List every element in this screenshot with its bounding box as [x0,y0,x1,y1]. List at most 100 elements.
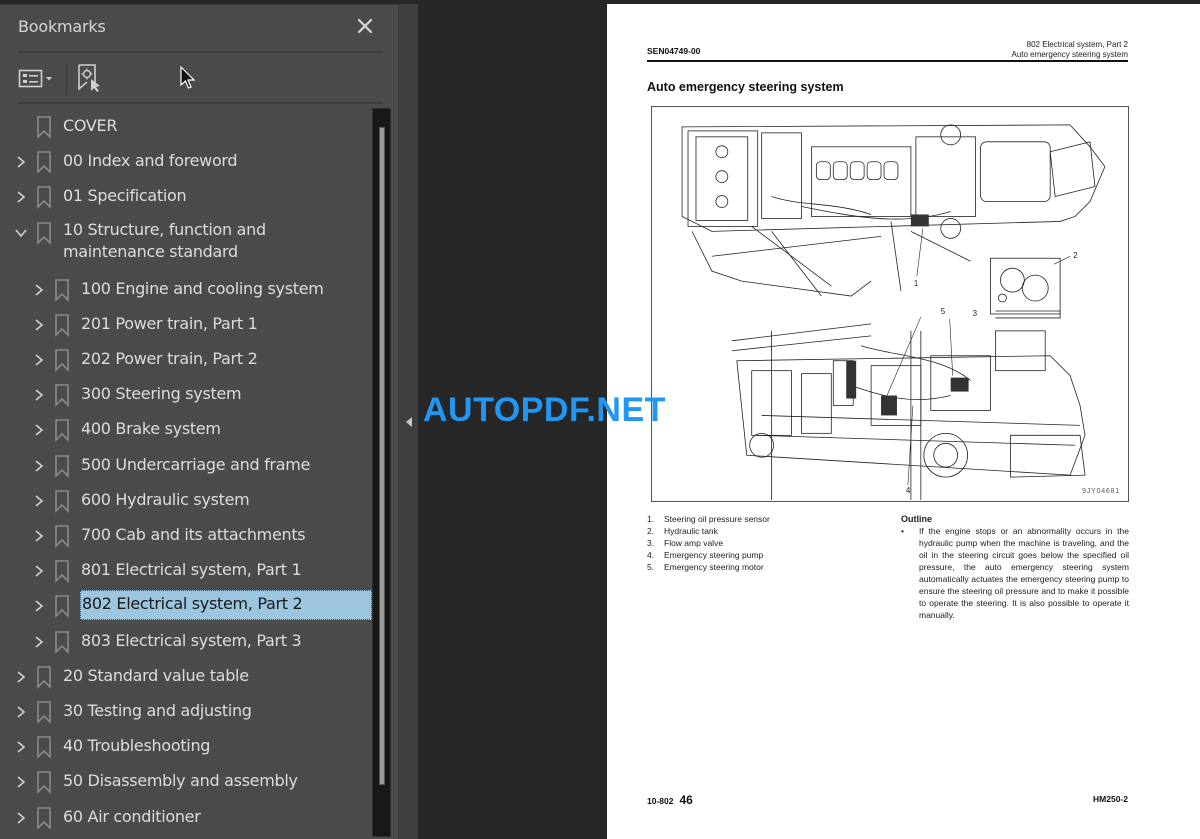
header-rule [647,60,1128,62]
bookmark-icon [54,559,70,584]
legend-item: 5. Emergency steering motor [647,561,770,573]
chevron-right-icon[interactable] [32,282,46,298]
bookmark-icon [36,770,52,795]
chevron-right-icon[interactable] [14,154,28,170]
bookmark-label[interactable]: 500 Undercarriage and frame [81,455,310,474]
bookmark-label[interactable]: 300 Steering system [81,384,242,403]
bookmark-item[interactable]: 700 Cab and its attachments [0,519,372,554]
bookmark-label[interactable]: 01 Specification [63,186,187,205]
bookmark-label[interactable]: 10 Structure, function and maintenance s… [63,219,353,263]
chevron-right-icon[interactable] [32,387,46,403]
chevron-right-icon[interactable] [32,458,46,474]
system-diagram-figure: 1 2 3 4 5 9JY04681 [651,106,1129,502]
chevron-right-icon[interactable] [32,563,46,579]
chevron-right-icon[interactable] [14,669,28,685]
bookmark-item[interactable]: 60 Air conditioner [0,801,372,836]
bullet: • [901,526,904,536]
bookmark-label[interactable]: 202 Power train, Part 2 [81,349,258,368]
callout-3: 3 [973,309,978,318]
bookmark-icon [36,185,52,210]
legend-number: 5. [647,562,655,572]
chevron-right-icon[interactable] [32,634,46,650]
chevron-down-icon[interactable] [14,225,28,241]
bookmark-label[interactable]: 600 Hydraulic system [81,490,250,509]
parts-legend: 1. Steering oil pressure sensor 2. Hydrauli… [647,513,770,573]
scrollbar-thumb[interactable] [379,127,385,785]
close-panel-button[interactable] [354,15,376,37]
options-menu-button[interactable] [18,67,60,91]
bookmark-label[interactable]: 802 Electrical system, Part 2 [80,590,372,621]
chevron-right-icon[interactable] [32,422,46,438]
chevron-right-icon[interactable] [14,704,28,720]
section-title: Auto emergency steering system [647,80,844,94]
pdf-viewer: Bookmarks COVER 00 Index and foreword 01… [0,0,1200,839]
bookmark-icon [36,735,52,760]
bookmark-item[interactable]: 50 Disassembly and assembly [0,765,372,800]
bookmark-item[interactable]: 600 Hydraulic system [0,484,372,519]
bookmark-item[interactable]: 20 Standard value table [0,660,372,695]
bookmark-label[interactable]: 20 Standard value table [63,666,249,685]
bookmark-tree: COVER 00 Index and foreword 01 Specificati… [0,108,372,839]
bookmark-item[interactable]: 00 Index and foreword [0,145,372,180]
list-options-icon [18,69,52,88]
bookmark-item[interactable]: 400 Brake system [0,413,372,448]
bookmark-item[interactable]: 500 Undercarriage and frame [0,449,372,484]
find-current-bookmark-button[interactable] [77,63,103,93]
bookmark-label[interactable]: 30 Testing and adjusting [63,701,252,720]
bookmark-icon [36,150,52,175]
bookmarks-scrollbar[interactable] [372,108,391,837]
bookmark-item[interactable]: COVER [0,110,372,145]
chevron-right-icon[interactable] [14,810,28,826]
bookmark-label[interactable]: COVER [63,116,117,135]
callout-4: 4 [906,486,911,495]
chevron-right-icon[interactable] [32,598,46,614]
bookmark-icon [54,278,70,302]
chevron-right-icon[interactable] [32,493,46,509]
bookmark-item[interactable]: 30 Testing and adjusting [0,695,372,730]
bookmark-label[interactable]: 700 Cab and its attachments [81,525,306,544]
bookmark-item[interactable]: 01 Specification [0,180,372,215]
collapse-panel-arrow-icon[interactable] [404,416,414,428]
bookmark-icon [54,454,70,478]
chevron-right-icon[interactable] [32,528,46,544]
legend-item: 2. Hydraulic tank [647,525,770,537]
footer-page-number: 46 [679,793,693,807]
legend-text: Steering oil pressure sensor [664,514,770,524]
bookmark-icon [36,700,52,724]
legend-number: 2. [647,526,655,536]
bookmark-item[interactable]: 40 Troubleshooting [0,730,372,765]
bookmark-label[interactable]: 50 Disassembly and assembly [63,771,298,790]
bookmark-label[interactable]: 801 Electrical system, Part 1 [81,560,302,579]
bookmark-item[interactable]: 801 Electrical system, Part 1 [0,554,372,589]
bookmark-label[interactable]: 803 Electrical system, Part 3 [81,631,302,650]
chevron-right-icon[interactable] [32,352,46,368]
bookmark-label[interactable]: 60 Air conditioner [63,807,201,826]
bookmark-icon [54,524,70,548]
chevron-right-icon[interactable] [14,739,28,755]
callout-2: 2 [1073,251,1078,260]
bookmark-item[interactable]: 100 Engine and cooling system [0,273,372,308]
page-footer-left: 10-802 46 [647,791,693,809]
bookmark-label[interactable]: 00 Index and foreword [63,151,238,170]
chevron-right-icon[interactable] [14,189,28,205]
bookmark-label[interactable]: 400 Brake system [81,419,221,438]
bookmark-label[interactable]: 201 Power train, Part 1 [81,314,258,333]
legend-item: 4. Emergency steering pump [647,549,770,561]
bookmark-icon [36,115,52,139]
bookmark-item[interactable]: 803 Electrical system, Part 3 [0,625,372,660]
panel-collapse-strip[interactable] [398,4,418,839]
bookmarks-header: Bookmarks [0,5,398,51]
bookmark-item[interactable]: 10 Structure, function and maintenance s… [0,216,372,274]
bookmark-item[interactable]: 201 Power train, Part 1 [0,308,372,343]
legend-text: Emergency steering motor [664,562,764,572]
legend-number: 3. [647,538,655,548]
bookmark-label[interactable]: 40 Troubleshooting [63,736,210,755]
chevron-right-icon[interactable] [14,774,28,790]
bookmark-label[interactable]: 100 Engine and cooling system [81,279,324,298]
bookmark-item[interactable]: 300 Steering system [0,378,372,413]
bookmark-item[interactable]: 202 Power train, Part 2 [0,343,372,378]
chevron-right-icon[interactable] [32,317,46,333]
footer-model: HM250-2 [1093,794,1128,804]
bookmark-item[interactable]: 802 Electrical system, Part 2 [0,589,372,624]
legend-number: 4. [647,550,655,560]
